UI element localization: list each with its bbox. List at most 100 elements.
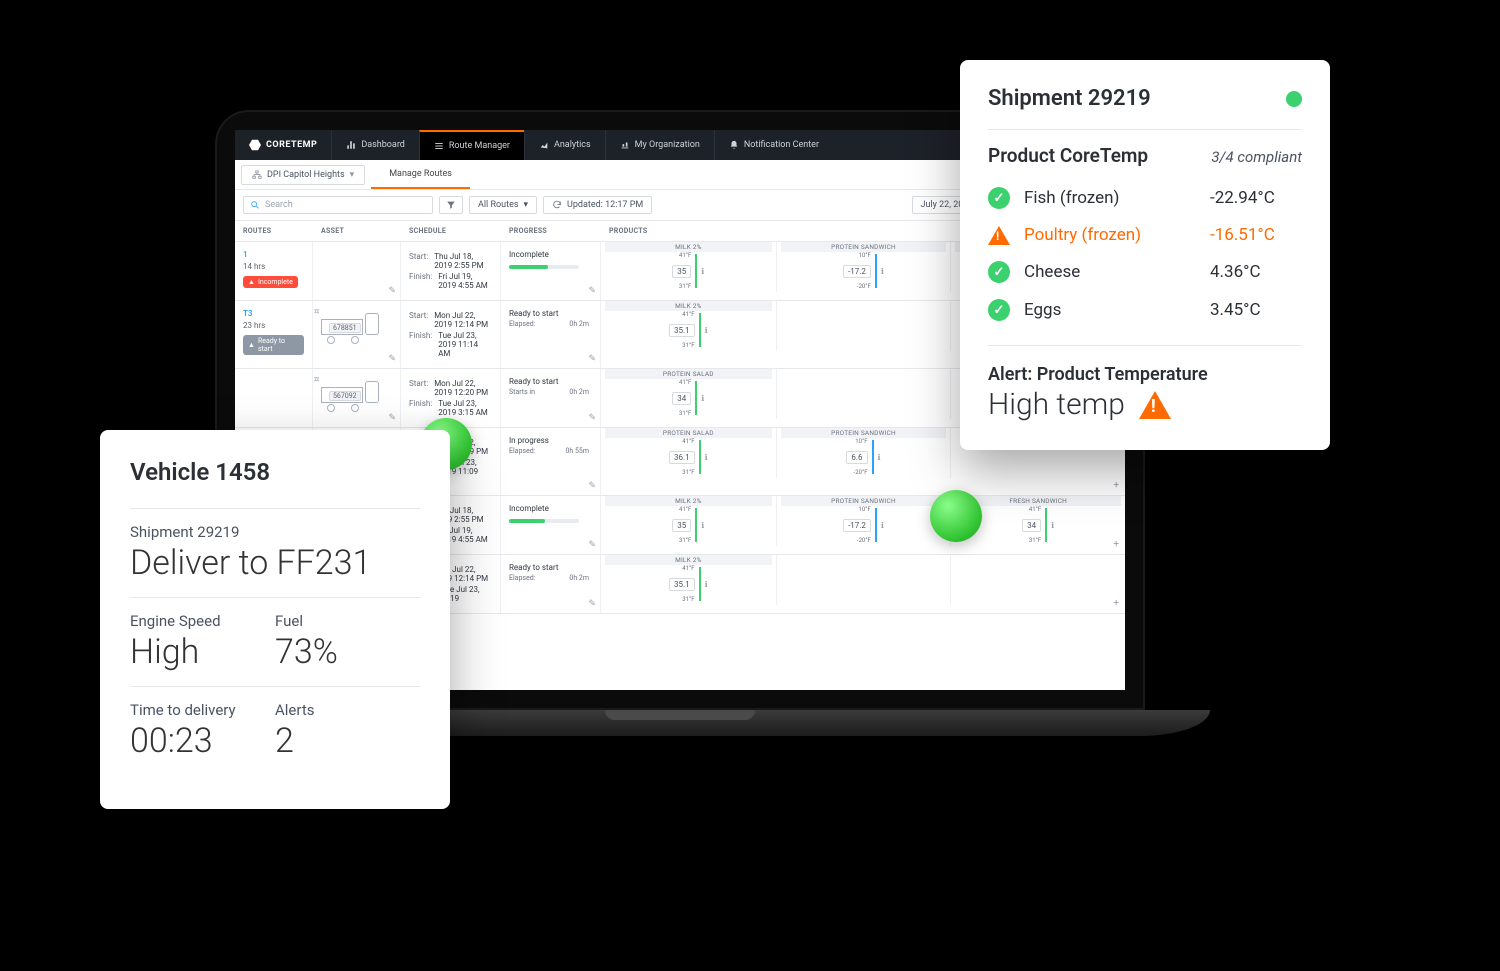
edit-icon[interactable]: ✎: [588, 286, 596, 296]
product-temp: 3.45°C: [1210, 300, 1302, 320]
edit-icon[interactable]: ✎: [588, 354, 596, 364]
edit-icon[interactable]: ✎: [388, 286, 396, 296]
temp-low: 31°F: [679, 537, 691, 544]
progress-title: Ready to start: [509, 377, 592, 386]
progress-meta-value: 0h 55m: [565, 447, 589, 455]
route-id[interactable]: T3: [243, 309, 304, 318]
temp-value: 6.6: [846, 451, 867, 464]
route-cell: [235, 369, 313, 427]
info-icon[interactable]: ℹ: [701, 267, 704, 276]
info-icon[interactable]: ℹ: [881, 267, 884, 276]
warning-icon: ▲: [248, 278, 255, 286]
product-gauge: MILK 2%35.141°F31°Fℹ: [601, 555, 776, 605]
nav-label: Dashboard: [361, 140, 405, 150]
nav-my-org[interactable]: My Organization: [605, 130, 714, 160]
edit-icon[interactable]: ✎: [388, 413, 396, 423]
product-temp: -16.51°C: [1210, 225, 1302, 245]
product-row: Poultry (frozen)-16.51°C: [988, 217, 1302, 253]
brand: CORETEMP: [235, 139, 331, 151]
schedule-cell: Start:Thu Jul 18, 2019 2:55 PMFinish:Fri…: [401, 242, 501, 300]
vehicle-card: Vehicle 1458 Shipment 29219 Deliver to F…: [100, 430, 450, 809]
info-icon[interactable]: ℹ: [705, 580, 708, 589]
search-icon: [250, 200, 260, 210]
add-product-icon[interactable]: +: [1113, 598, 1119, 609]
info-icon[interactable]: ℹ: [881, 521, 884, 530]
alerts-value: 2: [275, 721, 420, 761]
edit-icon[interactable]: ✎: [588, 599, 596, 609]
temp-value: 35.1: [669, 578, 695, 591]
info-icon[interactable]: ℹ: [878, 453, 881, 462]
route-cell: 114 hrs▲ Incomplete: [235, 242, 313, 300]
temp-high: 41°F: [1029, 506, 1041, 513]
temp-low: 31°F: [679, 410, 691, 417]
product-row: ✓Fish (frozen)-22.94°C: [988, 179, 1302, 217]
product-name: MILK 2%: [605, 496, 772, 506]
edit-icon[interactable]: ✎: [588, 413, 596, 423]
chevron-down-icon: ▾: [350, 170, 355, 180]
product-name: Cheese: [1024, 262, 1196, 282]
progress-cell: In progressElapsed:0h 55m✎: [501, 428, 601, 495]
nav-route-manager[interactable]: Route Manager: [419, 130, 524, 160]
search-input[interactable]: Search: [243, 196, 433, 214]
col-schedule: SCHEDULE: [401, 221, 501, 241]
product-name: MILK 2%: [605, 242, 772, 252]
nav-analytics[interactable]: Analytics: [524, 130, 605, 160]
product-row: ✓Cheese4.36°C: [988, 253, 1302, 291]
chart-icon: [346, 140, 356, 150]
info-icon[interactable]: ℹ: [705, 453, 708, 462]
filter-toggle[interactable]: [439, 196, 463, 214]
engine-value: High: [130, 632, 275, 672]
temp-high: 41°F: [682, 438, 694, 445]
product-name: Fish (frozen): [1024, 188, 1196, 208]
finish-time: Tue Jul 23, 2019 3:15 AM: [438, 399, 492, 417]
nav-dashboard[interactable]: Dashboard: [331, 130, 419, 160]
edit-icon[interactable]: ✎: [588, 481, 596, 491]
products-cell: MILK 2%3541°F31°FℹPROTEIN SANDWICH-17.21…: [601, 496, 1125, 554]
info-icon[interactable]: ℹ: [701, 394, 704, 403]
temp-high: 41°F: [679, 506, 691, 513]
progress-cell: Incomplete✎: [501, 496, 601, 554]
start-label: Start:: [409, 252, 428, 270]
accent-orb: [930, 490, 982, 542]
product-name: PROTEIN SALAD: [605, 369, 772, 379]
fuel-value: 73%: [275, 632, 420, 672]
ttd-alerts-section: Time to delivery 00:23 Alerts 2: [130, 686, 420, 775]
list-icon: [434, 141, 444, 151]
check-icon: ✓: [988, 299, 1010, 321]
subnav-title[interactable]: Manage Routes: [371, 160, 470, 189]
info-icon[interactable]: ℹ: [1051, 521, 1054, 530]
info-icon[interactable]: ℹ: [705, 326, 708, 335]
products-cell: MILK 2%35.141°F31°Fℹ +: [601, 555, 1125, 613]
check-icon: ✓: [988, 261, 1010, 283]
product-name: Eggs: [1024, 300, 1196, 320]
finish-time: Fri Jul 19, 2019 4:55 AM: [438, 272, 492, 290]
refresh-button[interactable]: Updated: 12:17 PM: [543, 196, 652, 214]
asset-cell: ⟡678851✎: [313, 301, 401, 368]
temp-low: -20°F: [857, 537, 871, 544]
temp-value: 35: [672, 265, 691, 278]
product-gauge: PROTEIN SALAD3441°F31°Fℹ: [601, 369, 776, 419]
nav-label: My Organization: [635, 140, 700, 150]
status-pill: ▲ Incomplete: [243, 276, 298, 288]
filter-routes[interactable]: All Routes ▾: [469, 196, 537, 214]
temp-low: 31°F: [682, 342, 694, 349]
progress-meta-value: 0h 2m: [569, 574, 589, 582]
info-icon[interactable]: ℹ: [701, 521, 704, 530]
funnel-icon: [446, 200, 456, 210]
product-gauge: PROTEIN SANDWICH-17.210°F-20°Fℹ: [776, 496, 951, 546]
location-picker[interactable]: DPI Capitol Heights ▾: [241, 165, 365, 185]
nav-notifications[interactable]: Notification Center: [714, 130, 833, 160]
product-title: Product CoreTemp: [988, 144, 1148, 167]
progress-cell: Ready to startElapsed:0h 2m✎: [501, 301, 601, 368]
route-id[interactable]: 1: [243, 250, 304, 259]
edit-icon[interactable]: ✎: [388, 354, 396, 364]
finish-time: Tue Jul 23, 2019 11:14 AM: [438, 331, 492, 358]
edit-icon[interactable]: ✎: [588, 540, 596, 550]
add-product-icon[interactable]: +: [1113, 539, 1119, 550]
add-product-icon[interactable]: +: [1113, 480, 1119, 491]
temp-high: 10°F: [855, 438, 867, 445]
route-cell: T323 hrs▲ Ready to start: [235, 301, 313, 368]
col-routes: ROUTES: [235, 221, 313, 241]
finish-label: Finish:: [409, 331, 432, 358]
status-dot-icon: [1286, 91, 1302, 107]
